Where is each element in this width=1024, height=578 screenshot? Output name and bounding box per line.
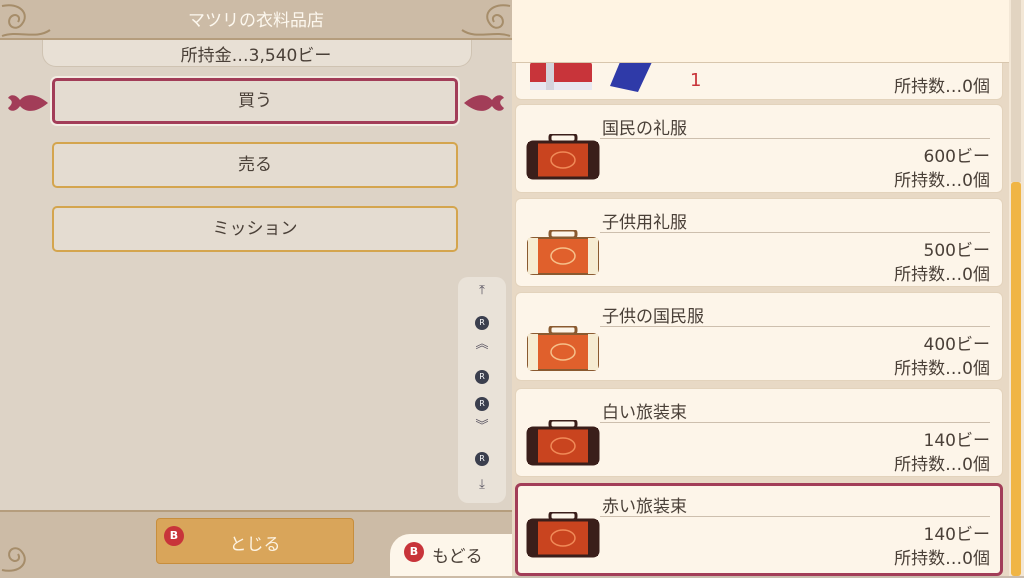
scroll-to-top-icon: ⤒ xyxy=(479,283,485,298)
owned-count: 所持数…0個 xyxy=(894,77,990,97)
buy-button[interactable]: 買う xyxy=(52,78,458,124)
scroll-to-bottom-icon: ⤓ xyxy=(479,477,485,492)
item-name: 赤い旅装束 xyxy=(602,497,687,517)
item-price: 600ビー xyxy=(923,147,990,167)
page-up-icon: ︽ xyxy=(475,337,489,352)
ornament-corner-icon xyxy=(1,547,26,572)
scrollbar-thumb[interactable] xyxy=(1011,182,1021,576)
r-stick-icon: R xyxy=(475,370,489,384)
suitcase-icon xyxy=(526,134,600,180)
owned-count: 所持数…0個 xyxy=(894,265,990,285)
item-name: 子供用礼服 xyxy=(602,213,687,233)
r-stick-icon: R xyxy=(475,316,489,330)
divider xyxy=(600,138,990,139)
selection-flourish-icon xyxy=(464,95,504,111)
owned-count: 所持数…0個 xyxy=(894,171,990,191)
shop-title: マツリの衣料品店 xyxy=(188,11,324,31)
owned-count: 所持数…0個 xyxy=(894,359,990,379)
r-stick-icon: R xyxy=(475,397,489,411)
divider xyxy=(600,326,990,327)
item-price: 400ビー xyxy=(923,335,990,355)
quantity-value: 1 xyxy=(690,70,702,91)
r-stick-icon: R xyxy=(475,452,489,466)
scroll-hint-panel xyxy=(458,277,506,503)
item-name: 白い旅装束 xyxy=(602,403,687,423)
back-label: もどる xyxy=(432,547,483,567)
item-price: 500ビー xyxy=(923,241,990,261)
close-label: とじる xyxy=(229,535,281,555)
owned-count: 所持数…0個 xyxy=(894,455,990,475)
money-display: 所持金…3,540ビー xyxy=(180,46,332,66)
cloth-icon xyxy=(610,62,652,92)
mission-button[interactable]: ミッション xyxy=(52,206,458,252)
suitcase-icon xyxy=(527,230,599,275)
list-header xyxy=(512,0,1009,63)
suitcase-icon xyxy=(526,420,600,466)
suitcase-icon xyxy=(526,512,600,558)
scrollbar-upper xyxy=(1011,0,1021,182)
owned-count: 所持数…0個 xyxy=(894,549,990,569)
sell-button[interactable]: 売る xyxy=(52,142,458,188)
item-name: 子供の国民服 xyxy=(602,307,704,327)
divider xyxy=(600,422,990,423)
page-down-icon: ︾ xyxy=(475,419,489,434)
item-price: 140ビー xyxy=(923,431,990,451)
suitcase-icon xyxy=(527,326,599,371)
divider xyxy=(600,232,990,233)
b-button-icon: B xyxy=(404,542,424,562)
suitcase-icon xyxy=(530,62,592,90)
item-price: 140ビー xyxy=(923,525,990,545)
divider xyxy=(600,516,990,517)
item-name: 国民の礼服 xyxy=(602,119,687,139)
selection-flourish-icon xyxy=(8,95,48,111)
